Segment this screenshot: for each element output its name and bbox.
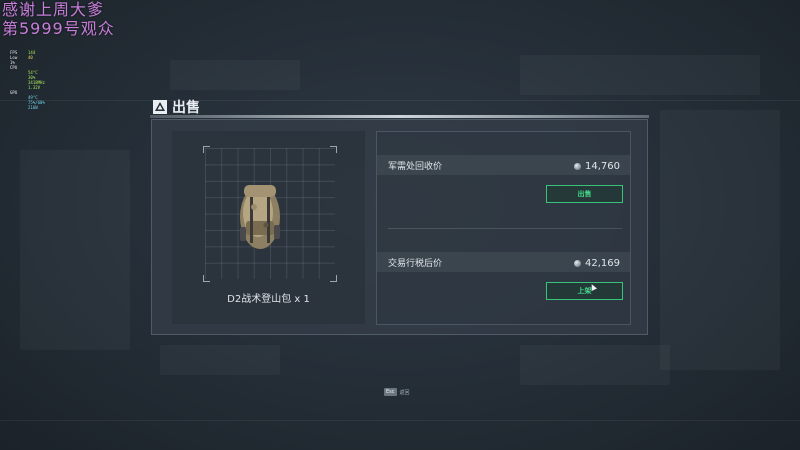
trade-price-amount: 42,169 — [585, 258, 620, 269]
perf-row: 216W — [10, 105, 45, 110]
perf-value: 40 — [28, 55, 33, 60]
corner-bracket — [203, 146, 210, 153]
coin-icon — [574, 163, 581, 170]
recycle-price-label: 军需处回收价 — [388, 162, 443, 172]
perf-key — [10, 105, 24, 110]
esc-label: 返回 — [399, 389, 410, 396]
backpack-image — [240, 185, 280, 249]
trade-price-label: 交易行税后价 — [388, 259, 443, 269]
sell-button[interactable]: 出售 — [546, 185, 623, 203]
dialog-title-text: 出售 — [172, 100, 200, 116]
esc-hint[interactable]: Esc 返回 — [384, 388, 410, 396]
recycle-price-value: 14,760 — [574, 161, 620, 172]
perf-value: 1.32V — [28, 85, 41, 90]
perf-value: 216W — [28, 105, 38, 110]
section-divider — [388, 228, 622, 229]
recycle-price-amount: 14,760 — [585, 161, 620, 172]
corner-bracket — [330, 275, 337, 282]
dialog-top-bar — [150, 115, 649, 118]
overlay-line-1: 感谢上周大爹 — [2, 0, 105, 19]
coin-icon — [574, 260, 581, 267]
warning-triangle-icon — [153, 100, 167, 114]
corner-bracket — [203, 275, 210, 282]
corner-bracket — [330, 146, 337, 153]
overlay-line-2: 第5999号观众 — [2, 19, 115, 38]
perf-row: Low 1% 40 — [10, 55, 45, 65]
performance-overlay: FPS 144 Low 1% 40 CPU 54°C 30% 3418MHz 1.32V GPU 4… — [10, 50, 45, 110]
trade-price-value: 42,169 — [574, 258, 620, 269]
list-button[interactable]: 上架 — [546, 282, 623, 300]
stream-overlay-text: 感谢上周大爹 第5999号观众 — [2, 0, 115, 38]
item-name: D2战术登山包 x 1 — [227, 294, 310, 305]
esc-key[interactable]: Esc — [384, 388, 397, 396]
dialog-title: 出售 — [153, 97, 200, 117]
perf-key: Low 1% — [10, 55, 18, 65]
